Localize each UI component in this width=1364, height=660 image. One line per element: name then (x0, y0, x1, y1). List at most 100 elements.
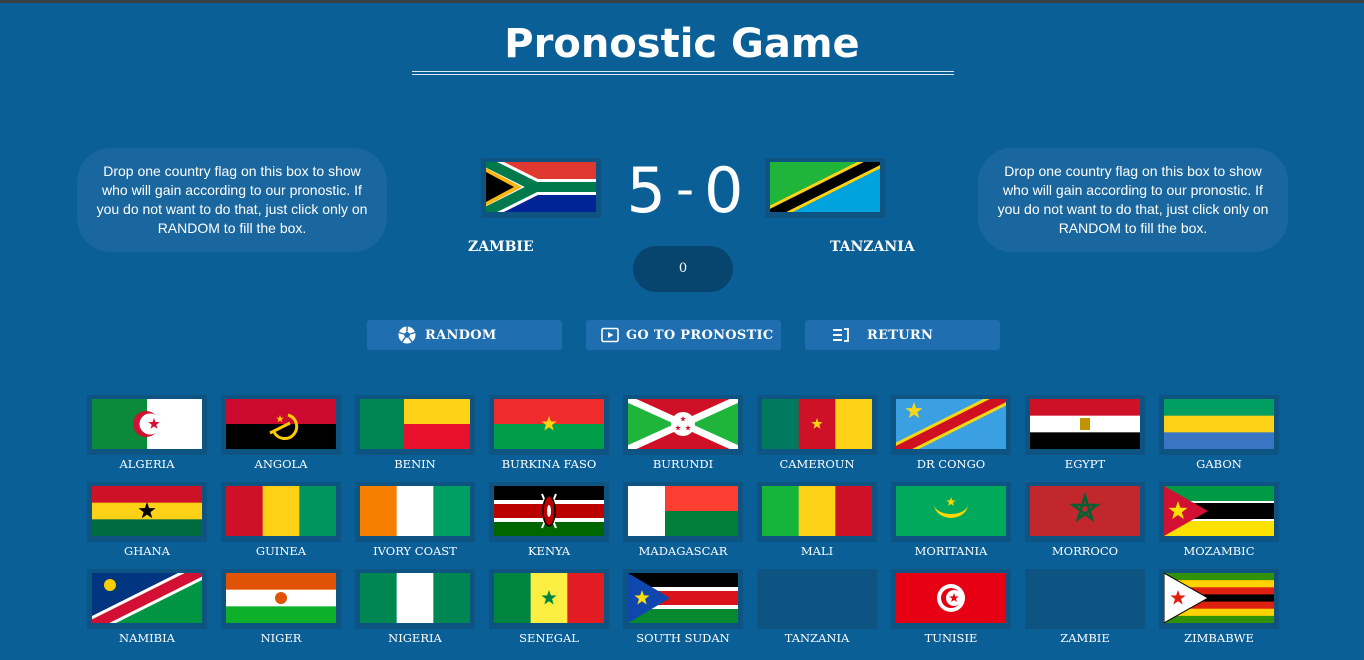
country-card-ghana[interactable]: GHANA (87, 482, 207, 562)
home-team-flag[interactable] (481, 158, 601, 218)
country-card-burundi[interactable]: BURUNDI (623, 395, 743, 475)
left-drop-hint: Drop one country flag on this box to sho… (96, 163, 368, 236)
benin-flag-image (360, 399, 470, 449)
country-flag[interactable] (1159, 482, 1279, 542)
left-drop-zone[interactable]: Drop one country flag on this box to sho… (77, 148, 387, 252)
country-flag[interactable] (891, 395, 1011, 455)
country-card-kenya[interactable]: KENYA (489, 482, 609, 562)
country-card-gabon[interactable]: GABON (1159, 395, 1279, 475)
country-card-mali[interactable]: MALI (757, 482, 877, 562)
country-card-morocco[interactable]: MORROCO (1025, 482, 1145, 562)
mozambique-flag-image (1164, 486, 1274, 536)
home-score: 5 (626, 154, 666, 227)
country-card-egypt[interactable]: EGYPT (1025, 395, 1145, 475)
country-card-mozambique[interactable]: MOZAMBIC (1159, 482, 1279, 562)
south-sudan-flag-image (628, 573, 738, 623)
country-card-guinea[interactable]: GUINEA (221, 482, 341, 562)
burundi-flag-image (628, 399, 738, 449)
country-flag[interactable] (489, 482, 609, 542)
away-score: 0 (704, 154, 744, 227)
dr-congo-flag-image (896, 399, 1006, 449)
away-team-flag[interactable] (765, 158, 885, 218)
country-flag[interactable] (489, 569, 609, 629)
country-name: ZIMBABWE (1184, 631, 1254, 645)
country-card-burkina-faso[interactable]: BURKINA FASO (489, 395, 609, 475)
country-card-namibia[interactable]: NAMIBIA (87, 569, 207, 649)
ghana-flag-image (92, 486, 202, 536)
madagascar-flag-image (628, 486, 738, 536)
country-card-ivory-coast[interactable]: IVORY COAST (355, 482, 475, 562)
country-flag[interactable] (1159, 569, 1279, 629)
country-card-dr-congo[interactable]: DR CONGO (891, 395, 1011, 475)
country-flag[interactable] (221, 569, 341, 629)
country-card-south-sudan[interactable]: SOUTH SUDAN (623, 569, 743, 649)
guinea-flag-image (226, 486, 336, 536)
pronostic-counter: 0 (633, 246, 733, 292)
country-card-senegal[interactable]: SENEGAL (489, 569, 609, 649)
cameroun-flag-image (762, 399, 872, 449)
country-card-mauritania[interactable]: MORITANIA (891, 482, 1011, 562)
country-flag[interactable] (1025, 482, 1145, 542)
right-drop-zone[interactable]: Drop one country flag on this box to sho… (978, 148, 1288, 252)
country-card-zimbabwe[interactable]: ZIMBABWE (1159, 569, 1279, 649)
country-flag[interactable] (489, 395, 609, 455)
country-flag[interactable] (221, 482, 341, 542)
country-card-benin[interactable]: BENIN (355, 395, 475, 475)
country-flag[interactable] (221, 395, 341, 455)
country-flag[interactable] (623, 482, 743, 542)
country-card-tunisia[interactable]: TUNISIE (891, 569, 1011, 649)
list-return-icon (833, 328, 849, 342)
country-flag[interactable] (891, 569, 1011, 629)
random-button[interactable]: RANDOM (367, 320, 562, 350)
title-underline (412, 71, 954, 75)
country-flag[interactable] (757, 482, 877, 542)
home-team-flag-image (486, 162, 596, 212)
country-card-nigeria[interactable]: NIGERIA (355, 569, 475, 649)
country-flag[interactable] (757, 395, 877, 455)
country-flag[interactable] (1025, 395, 1145, 455)
soccer-ball-icon (398, 326, 416, 344)
namibia-flag-image (92, 573, 202, 623)
country-name: MOZAMBIC (1183, 544, 1255, 558)
burkina-faso-flag-image (494, 399, 604, 449)
away-team-name: TANZANIA (830, 239, 915, 255)
page-title: Pronostic Game (504, 21, 860, 67)
country-card-empty[interactable]: ZAMBIE (1025, 569, 1145, 649)
zimbabwe-flag-image (1164, 573, 1274, 623)
country-card-angola[interactable]: ANGOLA (221, 395, 341, 475)
return-button[interactable]: RETURN (805, 320, 1000, 350)
gabon-flag-image (1164, 399, 1274, 449)
country-flag[interactable] (623, 569, 743, 629)
away-team-flag-image (770, 162, 880, 212)
country-flag[interactable] (1159, 395, 1279, 455)
morocco-flag-image (1030, 486, 1140, 536)
country-flag[interactable] (623, 395, 743, 455)
country-flag[interactable] (355, 482, 475, 542)
ivory-coast-flag-image (360, 486, 470, 536)
country-flag[interactable] (891, 482, 1011, 542)
country-card-algeria[interactable]: ALGERIA (87, 395, 207, 475)
country-card-niger[interactable]: NIGER (221, 569, 341, 649)
country-flag[interactable] (87, 482, 207, 542)
country-card-cameroun[interactable]: CAMEROUN (757, 395, 877, 475)
country-flag[interactable] (355, 569, 475, 629)
go-to-pronostic-button[interactable]: GO TO PRONOSTIC (586, 320, 781, 350)
country-card-madagascar[interactable]: MADAGASCAR (623, 482, 743, 562)
niger-flag-image (226, 573, 336, 623)
mali-flag-image (762, 486, 872, 536)
right-drop-hint: Drop one country flag on this box to sho… (997, 163, 1269, 236)
country-card-empty[interactable]: TANZANIA (757, 569, 877, 649)
score-separator: - (675, 160, 695, 218)
country-flag[interactable] (355, 395, 475, 455)
angola-flag-image (226, 399, 336, 449)
return-button-label: RETURN (867, 327, 934, 343)
country-flag[interactable] (757, 569, 877, 629)
country-flag[interactable] (1025, 569, 1145, 629)
tunisia-flag-image (896, 573, 1006, 623)
kenya-flag-image (494, 486, 604, 536)
random-button-label: RANDOM (425, 327, 497, 343)
nigeria-flag-image (360, 573, 470, 623)
play-icon (601, 327, 619, 343)
country-flag[interactable] (87, 569, 207, 629)
country-flag[interactable] (87, 395, 207, 455)
